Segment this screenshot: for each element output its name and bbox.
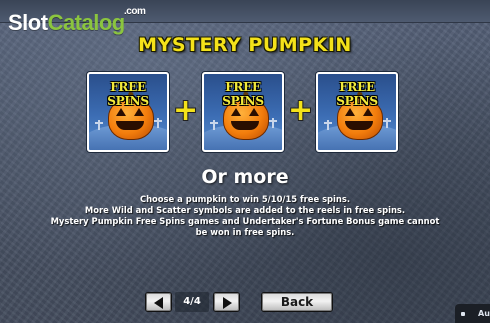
pumpkin-eye-right bbox=[249, 108, 259, 116]
card-label: FREE SPINS bbox=[222, 80, 264, 108]
watermark-slot: Slot bbox=[8, 10, 48, 35]
autoplay-button[interactable]: Au bbox=[455, 304, 490, 323]
grave-cross-icon bbox=[324, 120, 332, 130]
plus-icon: + bbox=[288, 93, 314, 128]
grave-cross-icon bbox=[95, 120, 103, 130]
autoplay-label: Au bbox=[478, 309, 490, 318]
rules-line: Choose a pumpkin to win 5/10/15 free spi… bbox=[139, 194, 351, 204]
or-more-heading: Or more bbox=[201, 166, 289, 188]
grave-cross-icon bbox=[383, 118, 391, 128]
page-title: MYSTERY PUMPKIN bbox=[138, 34, 352, 56]
previous-page-button[interactable] bbox=[145, 292, 172, 312]
pumpkin-eye-right bbox=[363, 108, 373, 116]
grave-cross-icon bbox=[269, 118, 277, 128]
rules-line: More Wild and Scatter symbols are added … bbox=[84, 205, 406, 215]
arrow-right-icon bbox=[223, 297, 232, 309]
plus-icon: + bbox=[173, 93, 199, 128]
card-label: FREE SPINS bbox=[336, 80, 378, 108]
grave-cross-icon bbox=[210, 120, 218, 130]
next-page-button[interactable] bbox=[213, 292, 240, 312]
pumpkin-eye-left bbox=[116, 108, 126, 116]
pumpkin-eye-left bbox=[231, 108, 241, 116]
card-label: FREE SPINS bbox=[107, 80, 149, 108]
arrow-left-icon bbox=[154, 297, 163, 309]
rules-line: be won in free spins. bbox=[195, 227, 295, 237]
watermark-com: .com bbox=[124, 6, 146, 17]
watermark-catalog: Catalog bbox=[47, 10, 126, 35]
page-indicator: 4/4 bbox=[175, 292, 209, 312]
autoplay-icon bbox=[461, 312, 465, 316]
pumpkin-eye-left bbox=[345, 108, 355, 116]
rules-line: Mystery Pumpkin Free Spins games and Und… bbox=[50, 216, 440, 226]
back-button[interactable]: Back bbox=[261, 292, 333, 312]
grave-cross-icon bbox=[154, 118, 162, 128]
rules-description: Choose a pumpkin to win 5/10/15 free spi… bbox=[15, 194, 475, 238]
free-spins-card-3: FREE SPINS bbox=[316, 72, 398, 152]
pumpkin-eye-right bbox=[134, 108, 144, 116]
free-spins-card-1: FREE SPINS bbox=[87, 72, 169, 152]
free-spins-card-2: FREE SPINS bbox=[202, 72, 284, 152]
